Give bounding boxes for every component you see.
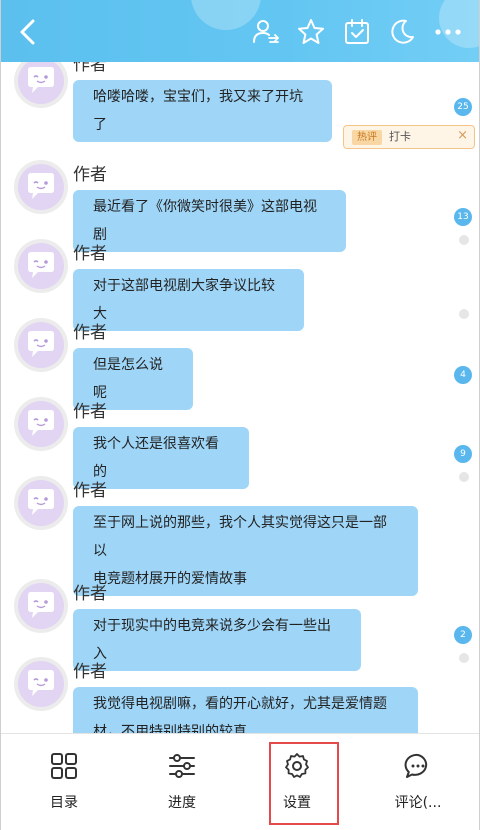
message-bubble[interactable]: 至于网上说的那些，我个人其实觉得这只是一部以 电竞题材展开的爱情故事 (73, 506, 418, 596)
avatar[interactable] (14, 476, 68, 530)
gear-icon (285, 753, 309, 778)
bottom-toolbar: 目录 进度 设置 评论(... (1, 733, 479, 830)
reader-screen: 作者 哈喽哈喽，宝宝们，我又来了开坑了 作者 最近看了《你微笑时很美》这部电视剧… (0, 0, 480, 830)
author-name: 作者 (73, 662, 107, 682)
tab-label: 评论(... (394, 795, 442, 811)
message-line: 我觉得电视剧嘛，看的开心就好，尤其是爱情题 (93, 696, 387, 712)
calendar-check-icon[interactable] (342, 17, 372, 47)
moon-icon[interactable] (387, 17, 417, 47)
top-toolbar (1, 0, 479, 62)
hot-comment-text: 打卡 (389, 130, 411, 143)
tab-catalog[interactable]: 目录 (4, 734, 124, 830)
chat-bubble-face-icon (28, 489, 54, 515)
tab-label: 进度 (168, 795, 196, 811)
avatar[interactable] (14, 657, 68, 711)
tab-settings[interactable]: 设置 (241, 734, 361, 830)
hot-comment-card[interactable]: 热评 打卡 × (343, 125, 475, 149)
avatar[interactable] (14, 397, 68, 451)
author-name: 作者 (73, 165, 107, 185)
comment-dot[interactable] (459, 235, 469, 245)
author-name: 作者 (73, 481, 107, 501)
comment-count-badge[interactable]: 25 (454, 98, 472, 116)
sliders-icon (169, 754, 195, 778)
comment-count-badge[interactable]: 4 (454, 366, 472, 384)
chat-bubble-face-icon (28, 173, 54, 199)
avatar[interactable] (14, 579, 68, 633)
avatar[interactable] (14, 160, 68, 214)
comment-count-badge[interactable]: 9 (454, 445, 472, 463)
back-icon[interactable] (15, 17, 41, 47)
more-icon[interactable] (433, 17, 463, 47)
tab-label: 设置 (283, 795, 311, 811)
chat-list[interactable]: 作者 哈喽哈喽，宝宝们，我又来了开坑了 作者 最近看了《你微笑时很美》这部电视剧… (1, 0, 479, 733)
avatar[interactable] (14, 318, 68, 372)
comment-dot[interactable] (459, 472, 469, 482)
chat-bubble-face-icon (28, 410, 54, 436)
grid-icon (51, 753, 77, 779)
message-bubble[interactable]: 对于现实中的电竞来说多少会有一些出入 (73, 609, 361, 671)
message-line: 材，不用特别特别的较真 (93, 724, 247, 733)
tab-progress[interactable]: 进度 (122, 734, 242, 830)
author-switch-icon[interactable] (251, 17, 281, 47)
message-bubble[interactable]: 我觉得电视剧嘛，看的开心就好，尤其是爱情题 材，不用特别特别的较真 (73, 687, 418, 733)
hot-comment-tag: 热评 (352, 130, 382, 145)
avatar[interactable] (14, 54, 68, 108)
chat-bubble-face-icon (28, 331, 54, 357)
author-name: 作者 (73, 402, 107, 422)
tab-comments[interactable]: 评论(... (358, 734, 478, 830)
author-name: 作者 (73, 323, 107, 343)
comment-dot[interactable] (459, 653, 469, 663)
comment-count-badge[interactable]: 13 (454, 208, 472, 226)
chat-bubble-face-icon (28, 670, 54, 696)
avatar[interactable] (14, 239, 68, 293)
close-icon[interactable]: × (457, 128, 468, 143)
comment-icon (404, 753, 428, 778)
message-bubble[interactable]: 哈喽哈喽，宝宝们，我又来了开坑了 (73, 80, 332, 142)
tab-label: 目录 (50, 795, 78, 811)
chat-bubble-face-icon (28, 67, 54, 93)
comment-dot[interactable] (459, 309, 469, 319)
star-icon[interactable] (296, 17, 326, 47)
author-name: 作者 (73, 584, 107, 604)
chat-bubble-face-icon (28, 252, 54, 278)
message-bubble[interactable]: 最近看了《你微笑时很美》这部电视剧 (73, 190, 346, 252)
message-bubble[interactable]: 对于这部电视剧大家争议比较大 (73, 269, 304, 331)
chat-bubble-face-icon (28, 592, 54, 618)
message-line: 电竞题材展开的爱情故事 (93, 571, 247, 587)
message-line: 至于网上说的那些，我个人其实觉得这只是一部以 (93, 515, 387, 559)
comment-count-badge[interactable]: 2 (454, 626, 472, 644)
author-name: 作者 (73, 244, 107, 264)
